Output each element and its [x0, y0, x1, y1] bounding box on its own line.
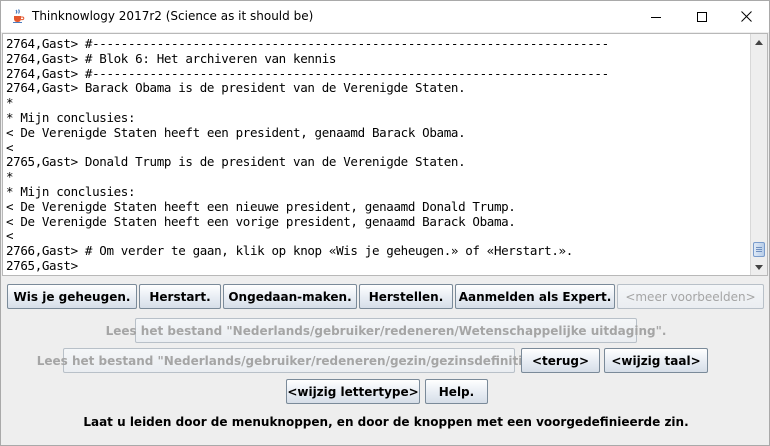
close-button[interactable]	[723, 1, 769, 32]
console-line: <	[6, 228, 14, 244]
ongedaan-maken-button[interactable]: Ongedaan-maken.	[223, 284, 357, 309]
close-icon	[740, 11, 752, 22]
console-line: 2765,Gast> Donald Trump is de president …	[6, 154, 466, 170]
console-line: < De Verenigde Staten heeft een vorige p…	[6, 213, 516, 229]
console-line: < De Verenigde Staten heeft een presiden…	[6, 124, 466, 140]
console-line: 2764,Gast> #----------------------------…	[6, 65, 609, 81]
lees-wetenschappelijke-uitdaging-button[interactable]: Lees het bestand "Nederlands/gebruiker/r…	[106, 318, 666, 343]
lees-gezinsdefinitie-button[interactable]: Lees het bestand "Nederlands/gebruiker/r…	[37, 348, 541, 373]
herstart-button[interactable]: Herstart.	[139, 284, 221, 309]
wis-geheugen-button[interactable]: Wis je geheugen.	[7, 284, 137, 309]
console-line: <	[6, 139, 14, 155]
terug-button[interactable]: <terug>	[521, 348, 600, 373]
java-coffee-icon	[10, 8, 26, 24]
console-line: 2764,Gast> #----------------------------…	[6, 37, 609, 51]
scroll-down-arrow-icon[interactable]	[751, 259, 767, 275]
console-line: * Mijn conclusies:	[6, 109, 136, 125]
scrollbar-thumb[interactable]	[753, 242, 765, 257]
minimize-button[interactable]	[633, 1, 679, 32]
wijzig-lettertype-button[interactable]: <wijzig lettertype>	[286, 379, 420, 404]
console-output: 2764,Gast> #----------------------------…	[6, 37, 748, 273]
herstellen-button[interactable]: Herstellen.	[359, 284, 453, 309]
instruction-text: Laat u leiden door de menuknoppen, en do…	[83, 415, 689, 429]
maximize-icon	[697, 11, 707, 22]
maximize-button[interactable]	[679, 1, 725, 32]
output-text-area[interactable]: 2764,Gast> #----------------------------…	[2, 33, 768, 276]
console-line: *	[6, 169, 14, 185]
console-line: < De Verenigde Staten heeft een nieuwe p…	[6, 198, 516, 214]
scroll-up-arrow-icon[interactable]	[751, 34, 767, 50]
help-button[interactable]: Help.	[425, 379, 488, 404]
wijzig-taal-button[interactable]: <wijzig taal>	[604, 348, 708, 373]
minimize-icon	[651, 16, 661, 18]
console-line: 2764,Gast> Barack Obama is de president …	[6, 80, 466, 96]
title-bar[interactable]: Thinknowlogy 2017r2 (Science as it shoul…	[1, 1, 769, 32]
console-line: 2764,Gast> # Blok 6: Het archiveren van …	[6, 50, 337, 66]
app-window: Thinknowlogy 2017r2 (Science as it shoul…	[0, 0, 770, 446]
vertical-scrollbar[interactable]	[750, 34, 767, 275]
window-title: Thinknowlogy 2017r2 (Science as it shoul…	[32, 9, 314, 23]
console-line: 2766,Gast> # Om verder te gaan, klik op …	[6, 243, 573, 259]
console-line: * Mijn conclusies:	[6, 183, 136, 199]
console-line: 2765,Gast>	[6, 257, 78, 273]
console-line: *	[6, 95, 14, 111]
aanmelden-expert-button[interactable]: Aanmelden als Expert.	[455, 284, 615, 309]
meer-voorbeelden-button[interactable]: <meer voorbeelden>	[617, 284, 764, 309]
